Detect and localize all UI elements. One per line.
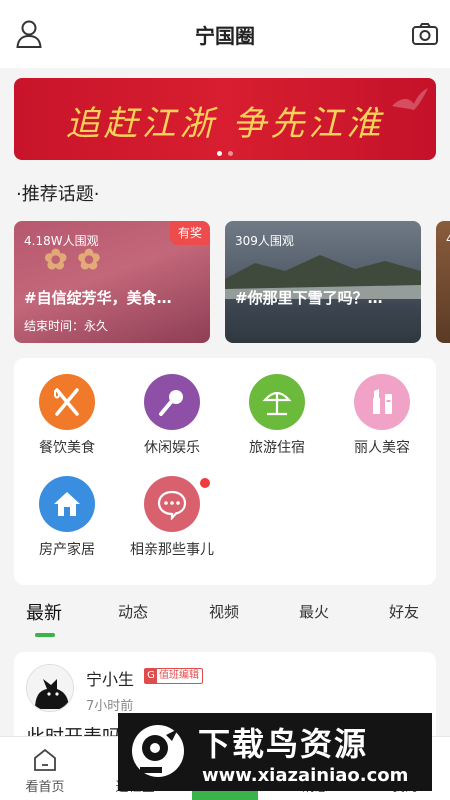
microphone-icon xyxy=(144,374,200,430)
house-icon xyxy=(39,476,95,532)
home-icon xyxy=(34,748,56,771)
page-title: 宁国圈 xyxy=(195,24,255,48)
editor-badge: G 值班编辑 xyxy=(144,668,203,684)
banner-slogan: 追赶江浙 争先江淮 xyxy=(65,104,385,144)
category-label: 相亲那些事儿 xyxy=(130,542,214,558)
promo-banner[interactable]: 追赶江浙 争先江淮 xyxy=(14,78,436,160)
category-dining[interactable]: 餐饮美食 xyxy=(17,374,117,457)
app-header: 宁国圈 xyxy=(0,0,450,68)
award-badge: 有奖 xyxy=(169,221,210,245)
topic-carousel[interactable]: ✿ ✿ 4.18W人围观 有奖 #自信绽芳华，美食… 结束时间：永久 309人围… xyxy=(14,221,450,343)
tab-video[interactable]: 视频 xyxy=(209,601,239,622)
camera-icon[interactable] xyxy=(412,23,438,45)
feed-tabs: 最新 动态 视频 最火 好友 xyxy=(0,595,450,643)
topic-end-time: 结束时间：永久 xyxy=(24,319,109,333)
carousel-dot-active[interactable] xyxy=(217,151,222,156)
category-label: 丽人美容 xyxy=(354,440,410,456)
tab-latest[interactable]: 最新 xyxy=(26,599,62,625)
recommended-topics-title: ·推荐话题· xyxy=(16,184,100,205)
editor-badge-label: 值班编辑 xyxy=(159,670,199,681)
topic-views: 4 xyxy=(446,232,450,246)
carousel-indicator xyxy=(14,151,436,156)
topic-views: 4.18W人围观 xyxy=(24,234,99,248)
chat-bubble-icon xyxy=(144,476,200,532)
bird-logo-icon xyxy=(132,725,184,777)
editor-badge-icon: G xyxy=(145,669,157,683)
category-travel[interactable]: 旅游住宿 xyxy=(227,374,327,457)
watermark-title: 下载鸟资源 xyxy=(198,725,369,763)
tab-active-indicator xyxy=(35,633,55,637)
nav-home[interactable]: 看首页 xyxy=(0,737,90,800)
topic-name: #自信绽芳华，美食… xyxy=(24,289,172,307)
topic-views: 309人围观 xyxy=(235,234,294,248)
category-label: 休闲娱乐 xyxy=(144,440,200,456)
category-dating[interactable]: 相亲那些事儿 xyxy=(122,476,222,559)
nav-label: 看首页 xyxy=(25,780,65,795)
umbrella-icon xyxy=(249,374,305,430)
carousel-dot[interactable] xyxy=(228,151,233,156)
fork-knife-icon xyxy=(39,374,95,430)
topic-card[interactable]: ✿ ✿ 4.18W人围观 有奖 #自信绽芳华，美食… 结束时间：永久 xyxy=(14,221,210,343)
post-time: 7小时前 xyxy=(86,699,134,714)
category-beauty[interactable]: 丽人美容 xyxy=(332,374,432,457)
notification-dot xyxy=(200,478,210,488)
post-username[interactable]: 宁小生 xyxy=(86,666,134,690)
topic-name: #你那里下雪了吗？… xyxy=(235,289,383,307)
topic-card[interactable]: 4 xyxy=(436,221,450,343)
cat-avatar-icon xyxy=(27,665,73,711)
category-grid: 餐饮美食 休闲娱乐 旅游住宿 丽人美容 房产家居 相亲那些事儿 xyxy=(14,358,436,585)
category-entertainment[interactable]: 休闲娱乐 xyxy=(122,374,222,457)
avatar[interactable] xyxy=(26,664,74,712)
category-label: 旅游住宿 xyxy=(249,440,305,456)
tab-dynamic[interactable]: 动态 xyxy=(118,601,148,622)
category-label: 房产家居 xyxy=(39,542,95,558)
cosmetics-icon xyxy=(354,374,410,430)
tab-friends[interactable]: 好友 xyxy=(389,601,419,622)
watermark-url: www.xiazainiao.com xyxy=(202,765,409,786)
watermark-overlay: 下载鸟资源 www.xiazainiao.com xyxy=(118,713,432,791)
tab-hottest[interactable]: 最火 xyxy=(299,601,329,622)
category-label: 餐饮美食 xyxy=(39,440,95,456)
category-realestate[interactable]: 房产家居 xyxy=(17,476,117,559)
topic-card[interactable]: 309人围观 #你那里下雪了吗？… xyxy=(225,221,421,343)
